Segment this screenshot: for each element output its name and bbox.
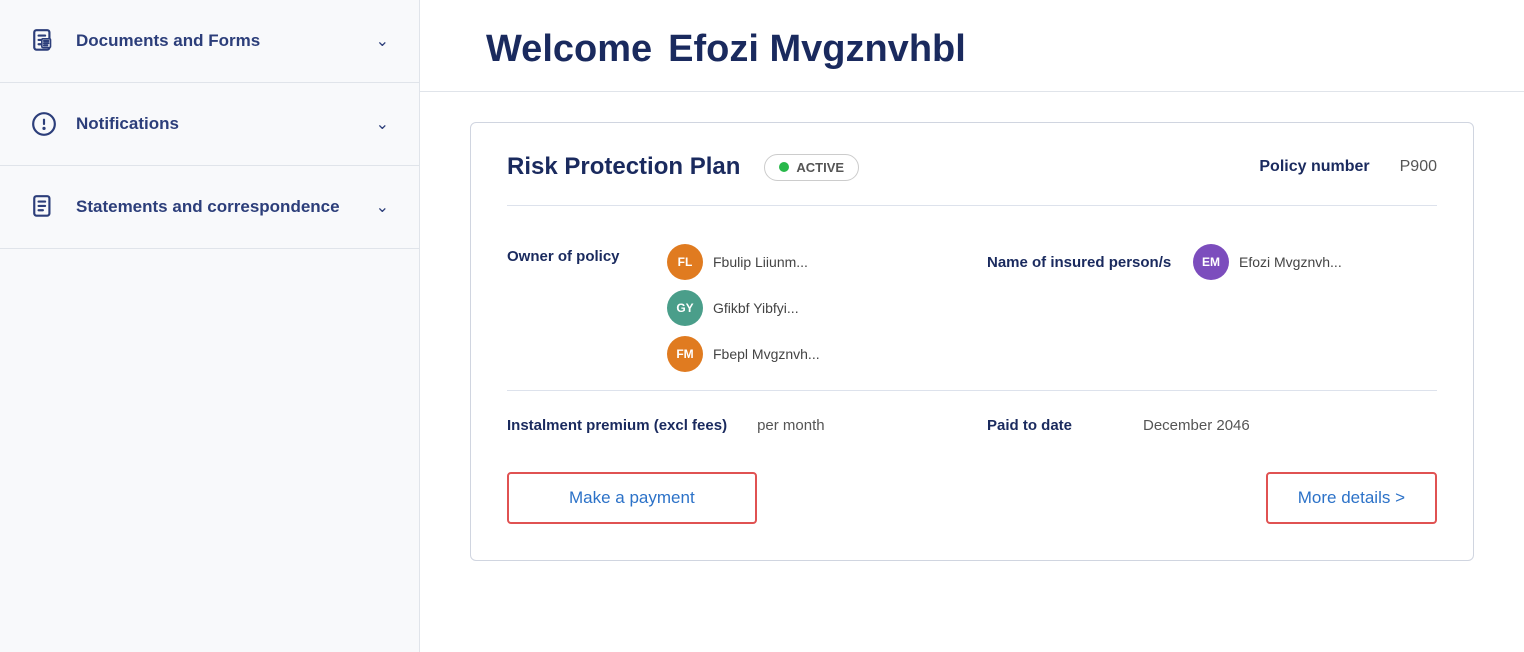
policy-number-value: P900 [1400,158,1437,176]
active-dot [779,162,789,172]
owner-name-3: Fbepl Mvgznvh... [713,346,820,362]
owner-section: Owner of policy FL Fbulip Liiunm... GY G… [507,244,987,372]
owner-label: Owner of policy [507,244,637,265]
sidebar-item-statements-label: Statements and correspondence [76,196,340,218]
policy-header: Risk Protection Plan ACTIVE Policy numbe… [507,153,1437,181]
policy-details-row: Owner of policy FL Fbulip Liiunm... GY G… [507,226,1437,391]
sidebar-item-documents[interactable]: Documents and Forms ⌄ [0,0,419,83]
chevron-down-icon-notifications: ⌄ [376,114,389,134]
policy-number-label: Policy number [1259,158,1369,176]
chevron-down-icon: ⌄ [376,31,389,51]
owner-avatar-row-2: GY Gfikbf Yibfyi... [667,290,820,326]
premium-value: per month [757,415,825,434]
premium-section: Instalment premium (excl fees) per month [507,415,987,436]
owner-name-2: Gfikbf Yibfyi... [713,300,799,316]
insured-avatar-row: EM Efozi Mvgznvh... [1193,244,1342,280]
buttons-row: Make a payment More details > [507,472,1437,524]
owner-name-1: Fbulip Liiunm... [713,254,808,270]
policy-title: Risk Protection Plan [507,153,740,181]
paid-to-date-label: Paid to date [987,417,1127,434]
statements-icon [30,194,58,220]
premium-label: Instalment premium (excl fees) [507,415,727,436]
owner-avatar-row-1: FL Fbulip Liiunm... [667,244,820,280]
make-payment-button[interactable]: Make a payment [507,472,757,524]
active-badge: ACTIVE [764,154,859,181]
owner-avatar-row-3: FM Fbepl Mvgznvh... [667,336,820,372]
sidebar-item-statements[interactable]: Statements and correspondence ⌄ [0,166,419,249]
insured-name: Efozi Mvgznvh... [1239,254,1342,270]
page-title: WelcomeEfozi Mvgznvhbl [470,28,1474,71]
owner-avatars: FL Fbulip Liiunm... GY Gfikbf Yibfyi... … [667,244,820,372]
avatar-gy: GY [667,290,703,326]
sidebar-item-documents-label: Documents and Forms [76,30,260,52]
avatar-fm: FM [667,336,703,372]
notification-icon [30,111,58,137]
avatar-fl: FL [667,244,703,280]
more-details-button[interactable]: More details > [1266,472,1437,524]
premium-row: Instalment premium (excl fees) per month… [507,391,1437,456]
divider-1 [507,205,1437,206]
chevron-down-icon-statements: ⌄ [376,197,389,217]
insured-label: Name of insured person/s [987,254,1177,271]
insured-section: Name of insured person/s EM Efozi Mvgznv… [987,244,1437,280]
paid-section: Paid to date December 2046 [987,417,1437,434]
avatar-em: EM [1193,244,1229,280]
active-label: ACTIVE [796,160,844,175]
policy-card: Risk Protection Plan ACTIVE Policy numbe… [470,122,1474,561]
sidebar: Documents and Forms ⌄ Notifications ⌄ [0,0,420,652]
sidebar-item-notifications[interactable]: Notifications ⌄ [0,83,419,166]
main-content: WelcomeEfozi Mvgznvhbl Risk Protection P… [420,0,1524,652]
content-area: Risk Protection Plan ACTIVE Policy numbe… [420,92,1524,652]
sidebar-item-notifications-label: Notifications [76,113,179,135]
policy-number-section: Policy number P900 [1259,158,1437,176]
header: WelcomeEfozi Mvgznvhbl [420,0,1524,92]
document-icon [30,28,58,54]
paid-to-date-value: December 2046 [1143,417,1250,434]
